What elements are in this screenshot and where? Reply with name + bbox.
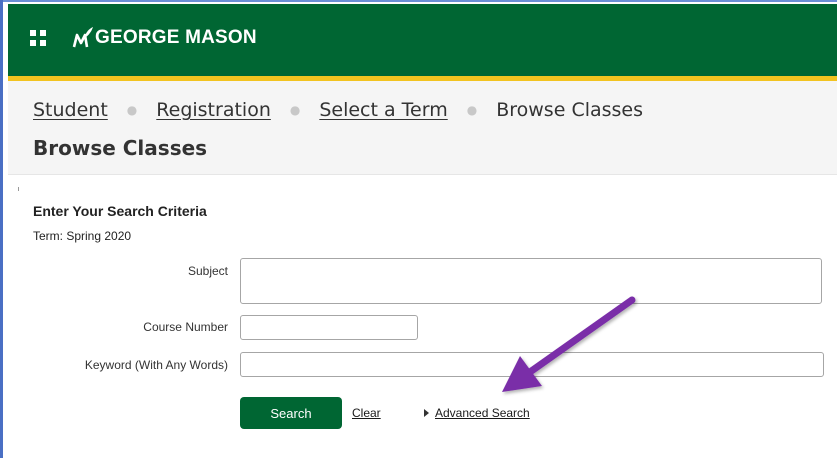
clear-link[interactable]: Clear [352, 406, 381, 420]
decorative-tick [18, 187, 19, 191]
breadcrumb: Student ● Registration ● Select a Term ●… [33, 96, 643, 124]
caret-right-icon [424, 409, 429, 417]
breadcrumb-separator-icon: ● [466, 103, 478, 117]
breadcrumb-select-a-term[interactable]: Select a Term [319, 99, 447, 121]
advanced-search-link[interactable]: Advanced Search [435, 406, 530, 420]
course-number-input[interactable] [240, 315, 418, 340]
logo-text: GEORGE MASON [95, 27, 257, 48]
page-title: Browse Classes [33, 136, 208, 160]
breadcrumb-separator-icon: ● [289, 103, 301, 117]
keyword-label: Keyword (With Any Words) [84, 358, 228, 372]
advanced-search-toggle[interactable]: Advanced Search [424, 406, 530, 420]
window-frame-top [0, 0, 837, 2]
window-frame-left [0, 0, 3, 458]
university-logo[interactable]: GEORGE MASON [72, 22, 257, 54]
breadcrumb-student[interactable]: Student [33, 99, 108, 121]
breadcrumb-registration[interactable]: Registration [156, 99, 271, 121]
subject-label: Subject [187, 264, 228, 278]
grid-icon[interactable] [30, 30, 46, 46]
search-criteria-heading: Enter Your Search Criteria [33, 203, 207, 219]
arrow-pointer-icon [502, 296, 636, 392]
breadcrumb-current: Browse Classes [496, 99, 644, 121]
breadcrumb-separator-icon: ● [126, 103, 138, 117]
search-button[interactable]: Search [240, 397, 342, 429]
selected-term: Term: Spring 2020 [33, 229, 132, 243]
course-number-label: Course Number [143, 320, 228, 334]
mason-logo-icon [72, 27, 93, 48]
